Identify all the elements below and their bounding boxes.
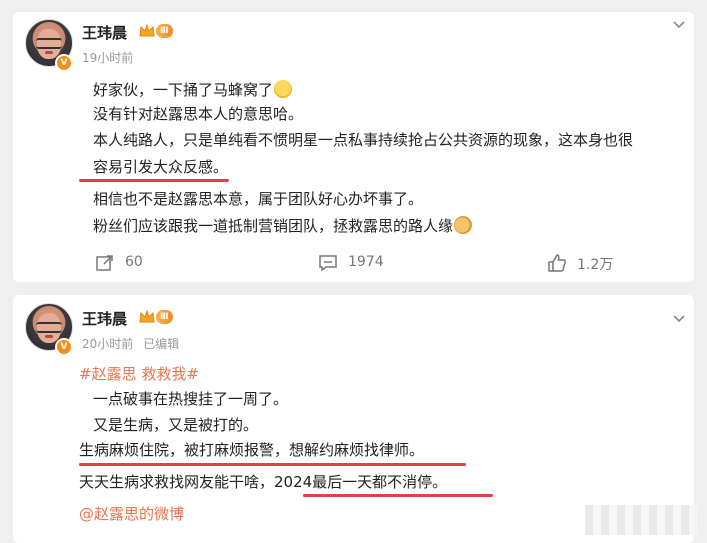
chevron-down-icon[interactable] — [672, 18, 686, 32]
author-name[interactable]: 王玮晨 — [82, 22, 127, 43]
share-button[interactable]: 60 — [95, 253, 175, 273]
like-icon — [548, 254, 566, 272]
level-badge: Ⅲ — [156, 24, 173, 38]
blurred-watermark — [585, 505, 697, 535]
post-text-line: 天天生病求救找网友能干啥，2024最后一天都不消停。 — [79, 473, 448, 491]
post-time[interactable]: 20小时前 已编辑 — [82, 335, 179, 352]
post-time[interactable]: 19小时前 — [82, 49, 133, 66]
verified-badge-icon: V — [55, 54, 73, 72]
mention-link[interactable]: @赵露思的微博 — [79, 503, 184, 524]
highlight-underline — [303, 494, 493, 497]
post-text-line: 又是生病，又是被打的。 — [93, 416, 259, 434]
post-text-line: 好家伙，一下捅了马蜂窝了 — [93, 79, 293, 100]
verified-badge-icon: V — [55, 338, 73, 356]
fist-emoji-icon — [454, 216, 473, 234]
post-text-line: 没有针对赵露思本人的意思哈。 — [93, 105, 304, 123]
post-text-line: 本人纯路人，只是单纯看不惯明星一点私事持续抢占公共资源的现象，这本身也很 — [93, 131, 634, 149]
post-card-1: V 王玮晨 Ⅲ 19小时前 好家伙，一下捅了马蜂窝了 没有针对赵露思本人的意思哈… — [13, 12, 694, 282]
level-badge: Ⅲ — [156, 310, 173, 324]
crown-icon — [139, 24, 155, 37]
highlight-underline — [79, 179, 229, 182]
highlight-underline — [79, 463, 466, 466]
comment-icon — [319, 255, 337, 272]
crown-icon — [139, 310, 155, 323]
author-name[interactable]: 王玮晨 — [82, 308, 127, 329]
post-text-line: 一点破事在热搜挂了一周了。 — [93, 390, 289, 408]
post-text-line: 相信也不是赵露思本意，属于团队好心办坏事了。 — [93, 190, 424, 208]
post-text-line: 粉丝们应该跟我一道抵制营销团队，拯救露思的路人缘 — [93, 215, 473, 236]
comment-button[interactable]: 1974 — [318, 253, 418, 273]
crying-emoji-icon — [274, 80, 293, 98]
chevron-down-icon[interactable] — [672, 312, 686, 326]
like-button[interactable]: 1.2万 — [547, 253, 647, 273]
edited-label: 已编辑 — [143, 337, 180, 351]
share-icon — [96, 255, 113, 271]
post-text-line: 生病麻烦住院，被打麻烦报警，想解约麻烦找律师。 — [79, 441, 425, 459]
post-text-line: 容易引发大众反感。 — [93, 158, 229, 176]
topic-tag-link[interactable]: #赵露思 救救我# — [79, 363, 199, 384]
